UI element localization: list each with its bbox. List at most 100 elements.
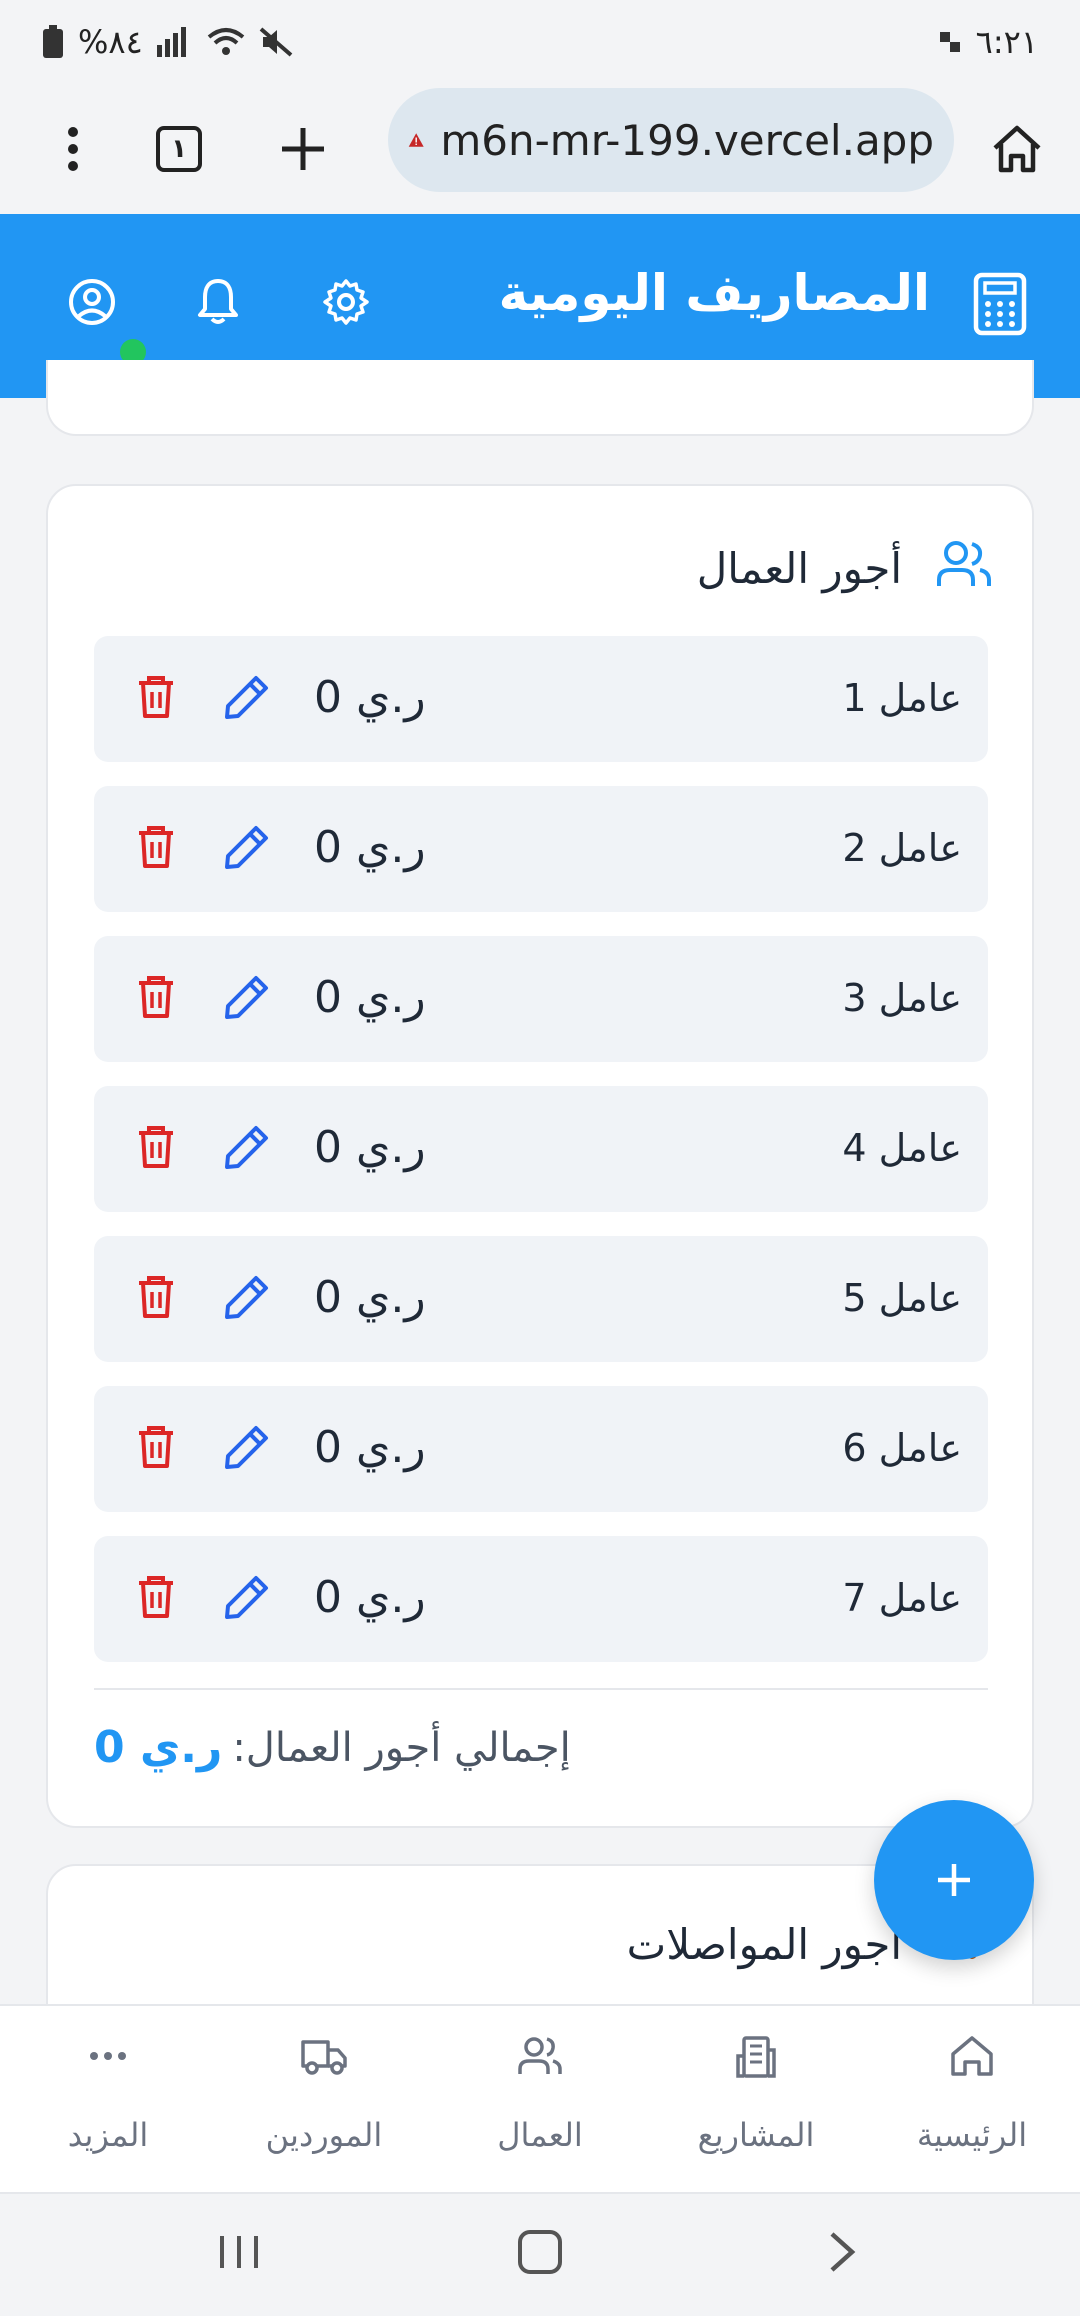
bell-icon (198, 279, 238, 324)
delete-button[interactable] (136, 1274, 176, 1324)
worker-name: عامل 3 (842, 976, 962, 1020)
nav-label: المزيد (67, 2116, 149, 2154)
recents-icon (220, 2236, 258, 2268)
worker-row: ر.ي 0 عامل 6 (94, 1386, 988, 1512)
back-button[interactable] (826, 2228, 860, 2280)
new-tab-button[interactable] (258, 104, 348, 194)
delete-button[interactable] (136, 824, 176, 874)
battery-percent: %٨٤ (78, 23, 143, 61)
mute-icon (259, 27, 293, 57)
worker-row: ر.ي 0 عامل 7 (94, 1536, 988, 1662)
worker-row: ر.ي 0 عامل 1 (94, 636, 988, 762)
square-home-icon (518, 2230, 562, 2274)
total-label: إجمالي أجور العمال: (232, 1724, 571, 1771)
chevron-right-icon (830, 2232, 856, 2272)
delete-button[interactable] (136, 1124, 176, 1174)
worker-amount: ر.ي 0 (314, 1272, 426, 1323)
nav-label: المشاريع (697, 2116, 815, 2154)
nav-suppliers[interactable]: الموردين (216, 2006, 432, 2194)
url-text: m6n-mr-199.vercel.app (440, 115, 934, 165)
divider (94, 1688, 988, 1690)
edit-button[interactable] (224, 824, 270, 874)
worker-row: ر.ي 0 عامل 5 (94, 1236, 988, 1362)
menu-button[interactable] (28, 104, 118, 194)
nav-label: العمال (497, 2116, 583, 2154)
clock: ٦:٢١ (975, 23, 1038, 61)
profile-button[interactable] (64, 274, 120, 330)
trash-icon (139, 1126, 173, 1168)
worker-name: عامل 6 (842, 1426, 962, 1470)
nav-label: الموردين (265, 2116, 383, 2154)
plus-icon (282, 128, 324, 170)
tabs-button[interactable]: ١ (134, 104, 224, 194)
worker-amount: ر.ي 0 (314, 1422, 426, 1473)
pencil-icon (225, 1426, 268, 1469)
worker-row: ر.ي 0 عامل 3 (94, 936, 988, 1062)
worker-name: عامل 1 (842, 676, 962, 720)
tab-count: ١ (156, 126, 202, 172)
worker-name: عامل 7 (842, 1576, 962, 1620)
nav-projects[interactable]: المشاريع (648, 2006, 864, 2194)
more-vertical-icon (68, 127, 78, 171)
more-icon (0, 2034, 216, 2078)
user-circle-icon (69, 279, 115, 325)
status-right: ٦:٢١ (938, 23, 1038, 61)
trash-icon (139, 976, 173, 1018)
trash-icon (139, 1426, 173, 1468)
worker-name: عامل 2 (842, 826, 962, 870)
users-icon (432, 2034, 648, 2078)
edit-button[interactable] (224, 674, 270, 724)
trash-icon (139, 826, 173, 868)
trash-icon (139, 1576, 173, 1618)
home-button[interactable] (972, 104, 1062, 194)
nav-label: الرئيسية (916, 2116, 1028, 2154)
pencil-icon (225, 676, 268, 719)
edit-button[interactable] (224, 974, 270, 1024)
bottom-navigation: المزيد الموردين العمال المشاريع الرئيسية (0, 2004, 1080, 2192)
edit-button[interactable] (224, 1274, 270, 1324)
total-value: ر.ي 0 (94, 1722, 223, 1773)
trash-icon (139, 1276, 173, 1318)
address-bar[interactable]: m6n-mr-199.vercel.app (388, 88, 954, 192)
delete-button[interactable] (136, 674, 176, 724)
calculator-icon (970, 272, 1030, 336)
gear-icon (323, 279, 369, 325)
worker-name: عامل 4 (842, 1126, 962, 1170)
recent-apps-button[interactable] (216, 2228, 262, 2280)
pencil-icon (225, 1576, 268, 1619)
building-icon (648, 2034, 864, 2080)
pencil-icon (225, 976, 268, 1019)
card-title: أجور العمال (696, 544, 902, 593)
add-fab-button[interactable] (874, 1800, 1034, 1960)
pencil-icon (225, 1276, 268, 1319)
signal-icon (156, 27, 193, 57)
edit-button[interactable] (224, 1424, 270, 1474)
truck-icon (216, 2034, 432, 2078)
system-navigation-bar (0, 2192, 1080, 2316)
worker-row: ر.ي 0 عامل 2 (94, 786, 988, 912)
settings-button[interactable] (318, 274, 374, 330)
pencil-icon (225, 1126, 268, 1169)
trash-icon (139, 676, 173, 718)
delete-button[interactable] (136, 1574, 176, 1624)
nav-more[interactable]: المزيد (0, 2006, 216, 2194)
status-left: %٨٤ (42, 23, 293, 61)
pencil-icon (225, 826, 268, 869)
users-icon (936, 538, 992, 594)
home-system-button[interactable] (516, 2228, 564, 2280)
notifications-button[interactable] (190, 274, 246, 330)
worker-amount: ر.ي 0 (314, 1572, 426, 1623)
nav-home[interactable]: الرئيسية (864, 2006, 1080, 2194)
battery-icon (42, 25, 64, 59)
worker-amount: ر.ي 0 (314, 1122, 426, 1173)
worker-amount: ر.ي 0 (314, 972, 426, 1023)
edit-button[interactable] (224, 1574, 270, 1624)
worker-row: ر.ي 0 عامل 4 (94, 1086, 988, 1212)
edit-button[interactable] (224, 1124, 270, 1174)
delete-button[interactable] (136, 1424, 176, 1474)
workers-wages-card: أجور العمال ر.ي 0 عامل 1 ر.ي 0 عامل 2 ر.… (46, 484, 1034, 1828)
nav-workers[interactable]: العمال (432, 2006, 648, 2194)
notification-icon (938, 30, 962, 54)
delete-button[interactable] (136, 974, 176, 1024)
wifi-icon (207, 27, 245, 57)
